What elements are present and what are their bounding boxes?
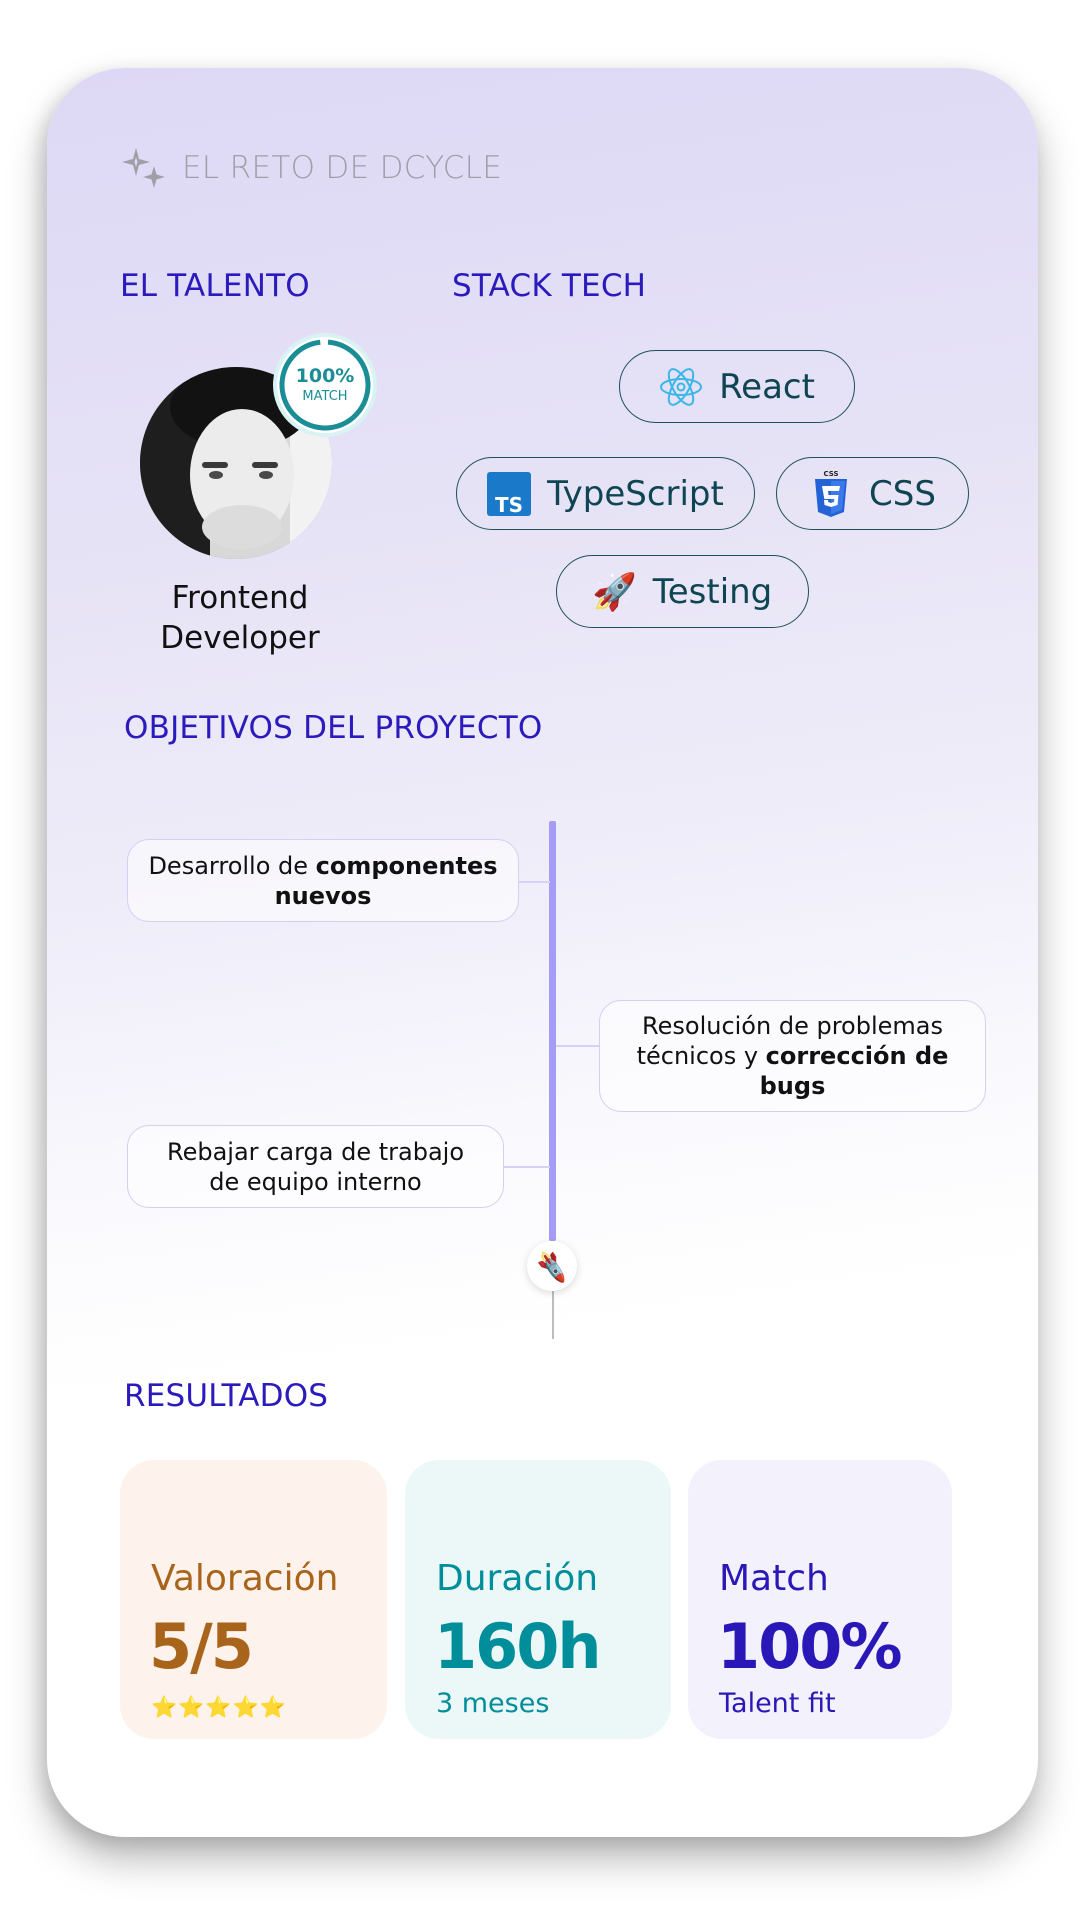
result-value: 160h [434, 1610, 602, 1683]
result-sub: 3 meses [436, 1688, 550, 1719]
react-icon [659, 365, 703, 409]
header: EL RETO DE DCYCLE [120, 146, 502, 190]
stack-pill-testing: 🚀 Testing [556, 555, 809, 628]
svg-text:CSS: CSS [824, 470, 839, 478]
header-title: EL RETO DE DCYCLE [182, 150, 503, 186]
result-card-match: Match 100% Talent fit [688, 1460, 952, 1739]
stack-label: Testing [652, 571, 773, 612]
role-title: Frontend Developer [130, 578, 350, 658]
stack-label: React [719, 366, 815, 407]
objective-item: Rebajar carga de trabajo de equipo inter… [127, 1125, 504, 1208]
results-section-title: RESULTADOS [124, 1378, 329, 1414]
timeline-line [549, 821, 556, 1241]
role-line-2: Developer [160, 620, 320, 656]
stack-pill-react: React [619, 350, 855, 423]
role-line-1: Frontend [171, 580, 309, 616]
talent-section-title: EL TALENTO [120, 268, 310, 304]
objective-text: Rebajar carga de trabajo de equipo inter… [167, 1137, 464, 1196]
css3-icon: CSS [809, 470, 853, 517]
result-value: 5/5 [149, 1610, 254, 1683]
objective-text: Desarrollo de [148, 851, 316, 880]
rating-stars: ⭐⭐⭐⭐⭐ [151, 1696, 287, 1719]
timeline-end-node: 🚀 [527, 1241, 577, 1291]
timeline-connector [518, 881, 550, 883]
timeline-connector [556, 1045, 600, 1047]
result-card-rating: Valoración 5/5 ⭐⭐⭐⭐⭐ [120, 1460, 387, 1739]
stack-label: TypeScript [547, 473, 724, 514]
objective-item: Resolución de problemas técnicos y corre… [599, 1000, 986, 1112]
result-label: Match [719, 1558, 829, 1599]
timeline-tail [552, 1291, 554, 1339]
match-label: MATCH [302, 388, 348, 404]
result-card-duration: Duración 160h 3 meses [405, 1460, 671, 1739]
timeline-connector [503, 1166, 550, 1168]
objective-item: Desarrollo de componentes nuevos [127, 839, 519, 922]
rocket-icon: 🚀 [534, 1247, 571, 1285]
stack-pill-css: CSS CSS [776, 457, 969, 530]
result-label: Valoración [151, 1558, 339, 1599]
stack-label: CSS [869, 473, 936, 514]
svg-text:TS: TS [495, 493, 523, 516]
result-sub: Talent fit [719, 1688, 836, 1719]
stack-section-title: STACK TECH [452, 268, 647, 304]
sparkles-icon [122, 148, 165, 188]
objective-text-bold: corrección de bugs [759, 1042, 949, 1100]
typescript-icon: TS [487, 471, 532, 516]
result-value: 100% [717, 1610, 903, 1683]
stack-pill-typescript: TS TypeScript [456, 457, 755, 530]
rocket-icon: 🚀 [592, 571, 638, 613]
objectives-section-title: OBJETIVOS DEL PROYECTO [124, 710, 543, 746]
match-percent: 100% [295, 364, 355, 387]
result-label: Duración [436, 1558, 599, 1599]
match-badge: 100% MATCH [277, 337, 373, 433]
